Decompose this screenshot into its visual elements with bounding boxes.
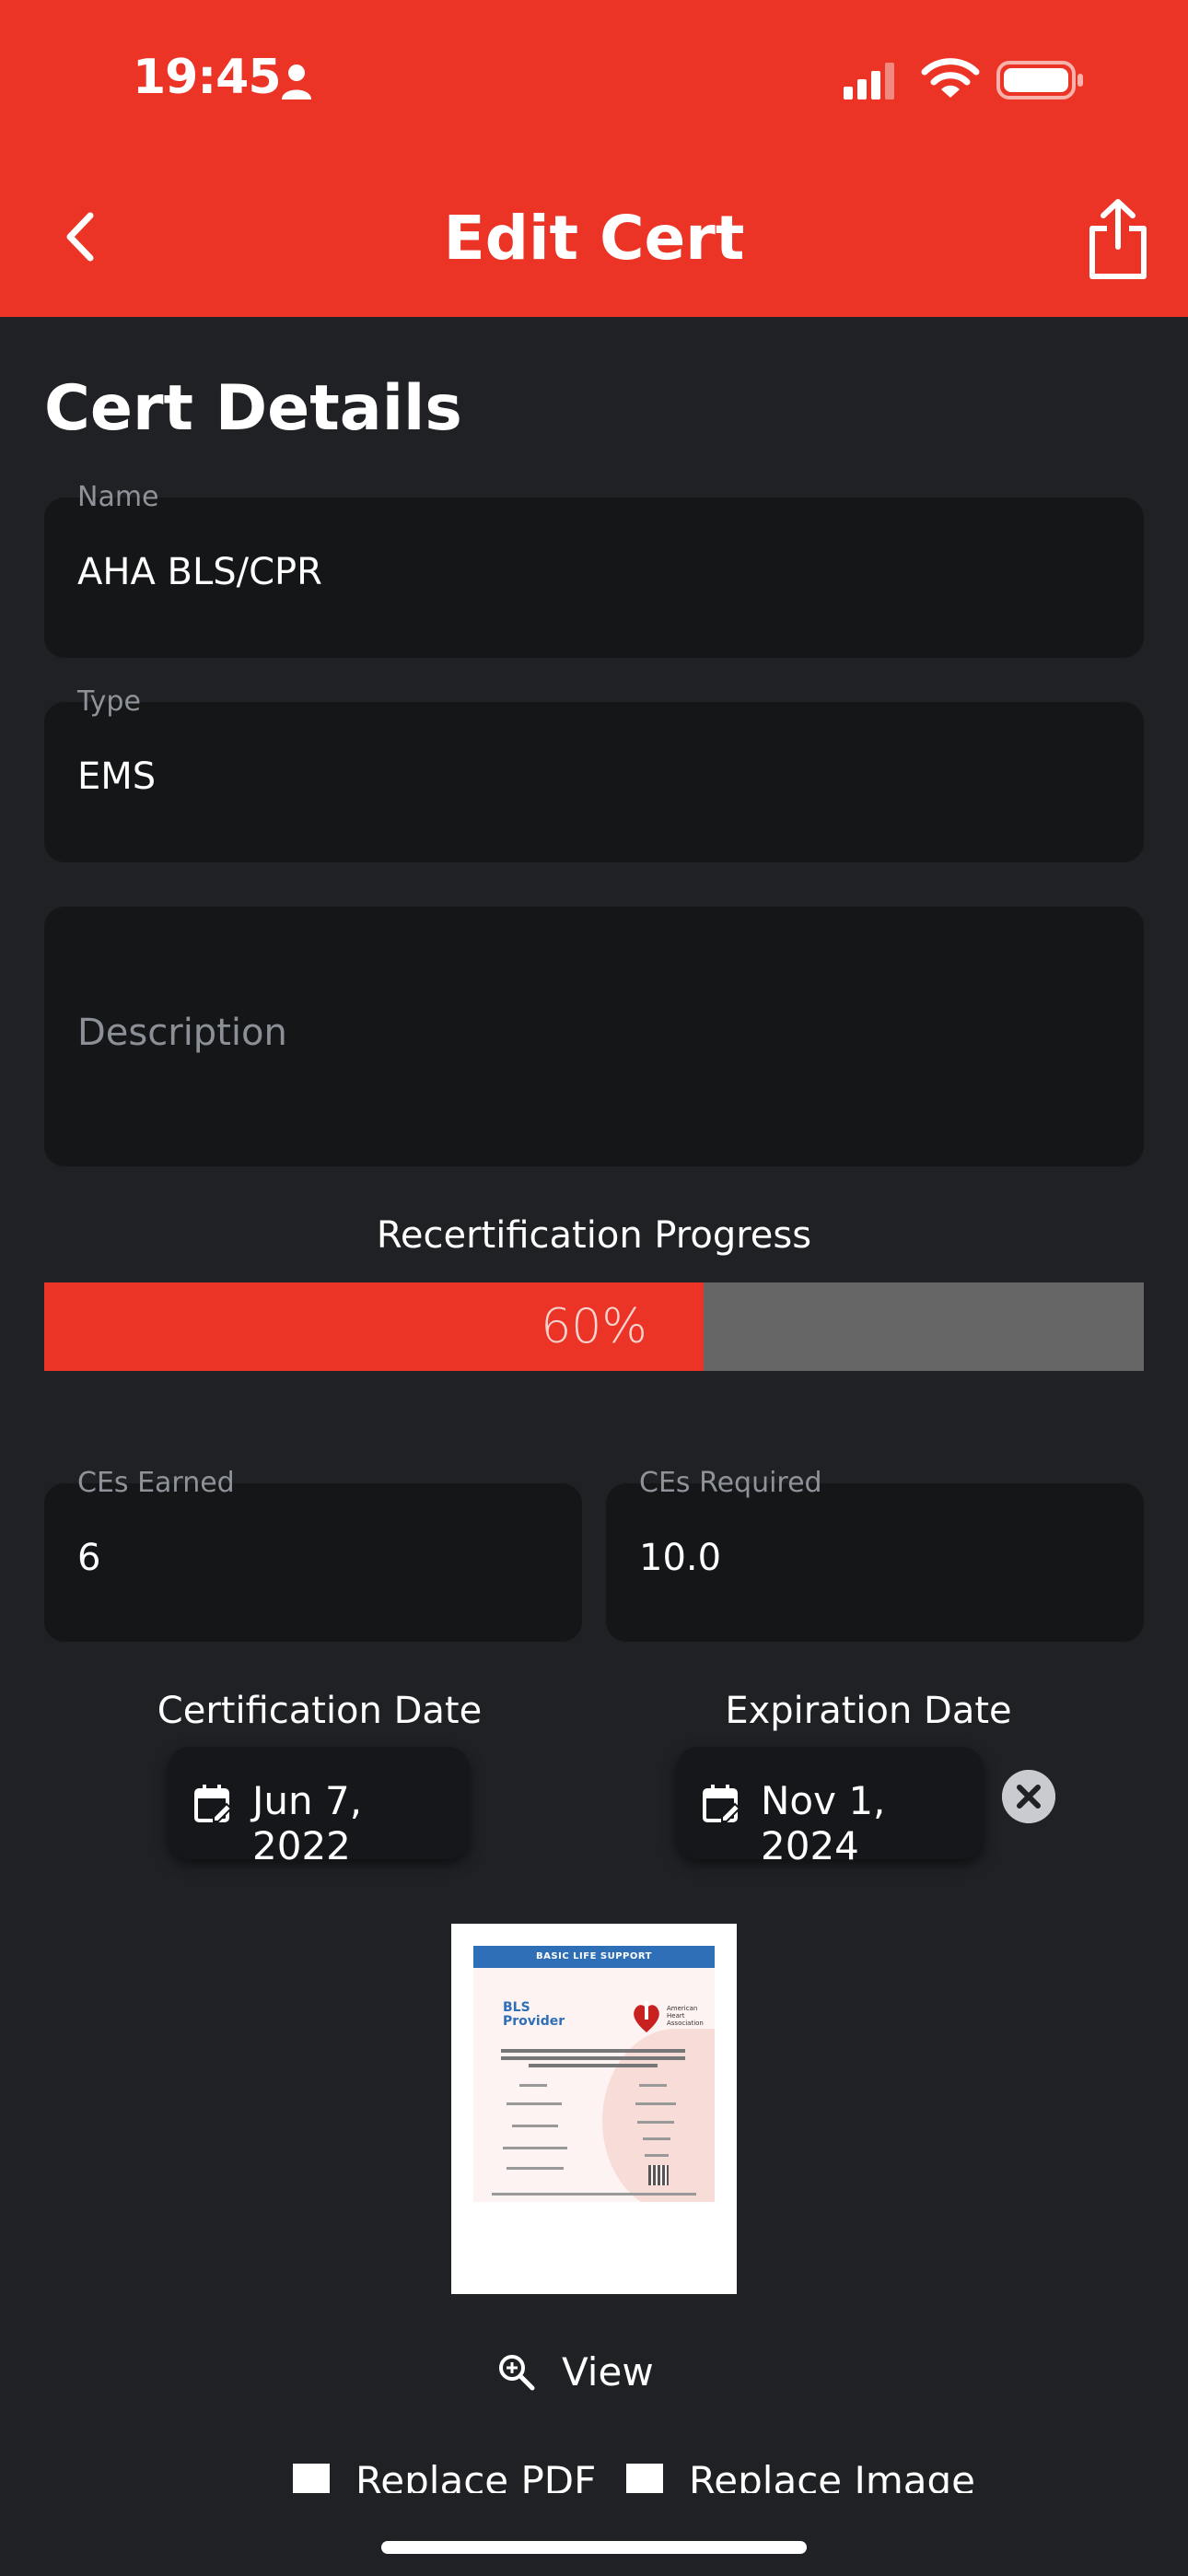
certificate-field-line <box>639 2084 667 2087</box>
certification-date-heading: Certification Date <box>157 1690 483 1732</box>
type-field-value: EMS <box>77 755 157 798</box>
certificate-field-line <box>503 2147 567 2149</box>
certificate-banner: BASIC LIFE SUPPORT <box>473 1946 715 1968</box>
certificate-provider: BLS Provider <box>503 2000 565 2029</box>
battery-icon <box>996 61 1083 100</box>
certificate-field-line <box>519 2084 547 2087</box>
description-placeholder: Description <box>77 1012 287 1054</box>
progress-percent: 60% <box>541 1299 647 1354</box>
replace-actions-row: Replace PDF Replace Image <box>0 2456 1188 2493</box>
certificate-field-line <box>645 2154 669 2157</box>
certificate-page: BASIC LIFE SUPPORT BLS Provider American… <box>473 1946 715 2202</box>
expiration-date-heading: Expiration Date <box>725 1690 1012 1732</box>
app-header: 19:45 Edit Cert <box>0 0 1188 317</box>
type-field[interactable]: Type EMS <box>44 685 1144 862</box>
clear-expiration-date-button[interactable] <box>1002 1770 1055 1823</box>
certificate-field-line <box>637 2121 674 2124</box>
calendar-edit-icon <box>703 1785 740 1822</box>
ces-required-label: CEs Required <box>639 1467 822 1499</box>
ces-earned-value: 6 <box>77 1537 101 1579</box>
certificate-text-line <box>501 2049 685 2053</box>
progress-title: Recertification Progress <box>376 1214 812 1257</box>
ces-required-field[interactable]: CEs Required 10.0 <box>606 1467 1144 1642</box>
certificate-field-line <box>507 2167 564 2170</box>
certificate-field-line <box>635 2102 676 2105</box>
certification-date-value: Jun 7, 2022 <box>252 1778 363 1868</box>
zoom-in-icon <box>499 2355 535 2391</box>
replace-pdf-label: Replace PDF <box>355 2458 597 2493</box>
certificate-text-line <box>501 2056 685 2060</box>
person-icon <box>282 64 311 100</box>
certificate-footer-line <box>492 2193 696 2195</box>
name-field[interactable]: Name AHA BLS/CPR <box>44 481 1144 658</box>
cellular-signal-icon <box>844 63 894 100</box>
expiration-date-value: Nov 1, 2024 <box>761 1778 886 1868</box>
name-field-value: AHA BLS/CPR <box>77 551 322 593</box>
name-field-label: Name <box>77 481 159 513</box>
recertification-progress-bar: 60% <box>44 1282 1144 1371</box>
page-title: Edit Cert <box>443 203 745 274</box>
wifi-icon <box>921 58 980 98</box>
certification-date-button[interactable]: Jun 7, 2022 <box>168 1747 470 1868</box>
image-icon <box>626 2464 663 2493</box>
certificate-text-line <box>529 2064 658 2067</box>
status-bar: 19:45 <box>0 0 1188 157</box>
ces-required-value: 10.0 <box>639 1537 722 1579</box>
calendar-edit-icon <box>194 1785 232 1822</box>
expiration-date-button[interactable]: Nov 1, 2024 <box>676 1747 984 1868</box>
certificate-field-line <box>643 2137 670 2140</box>
share-button[interactable] <box>1085 197 1151 282</box>
ces-earned-label: CEs Earned <box>77 1467 235 1499</box>
ces-earned-field[interactable]: CEs Earned 6 <box>44 1467 582 1642</box>
certificate-field-line <box>512 2125 558 2127</box>
certificate-field-line <box>507 2102 562 2105</box>
type-field-label: Type <box>77 685 141 718</box>
status-time: 19:45 <box>133 50 282 105</box>
home-indicator <box>381 2541 807 2554</box>
section-title: Cert Details <box>44 372 462 445</box>
qr-code-icon <box>648 2165 669 2185</box>
pdf-icon <box>293 2464 330 2493</box>
replace-image-label: Replace Image <box>689 2458 976 2493</box>
view-label: View <box>562 2349 654 2395</box>
certificate-thumbnail[interactable]: BASIC LIFE SUPPORT BLS Provider American… <box>451 1924 737 2294</box>
description-field[interactable]: Description <box>44 907 1144 1166</box>
heart-torch-logo-icon <box>634 2001 659 2032</box>
certificate-org: American Heart Association <box>667 2005 704 2027</box>
